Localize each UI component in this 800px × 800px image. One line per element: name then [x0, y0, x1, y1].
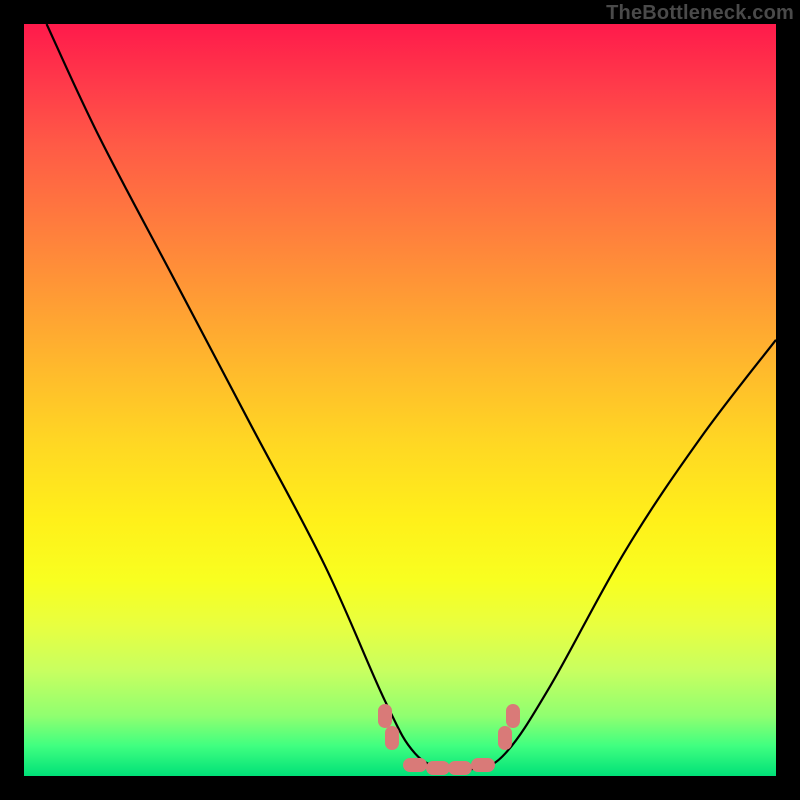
left-marker-upper	[378, 704, 392, 728]
valley-marker-3	[448, 761, 472, 775]
attribution-text: TheBottleneck.com	[606, 2, 794, 25]
right-marker-lower	[498, 726, 512, 750]
valley-marker-1	[403, 758, 427, 772]
right-marker-upper	[506, 704, 520, 728]
valley-marker-2	[426, 761, 450, 775]
chart-frame: TheBottleneck.com	[0, 0, 800, 800]
plot-area	[24, 24, 776, 776]
left-marker-lower	[385, 726, 399, 750]
curve-path	[47, 24, 776, 771]
valley-marker-4	[471, 758, 495, 772]
bottleneck-curve	[24, 24, 776, 776]
